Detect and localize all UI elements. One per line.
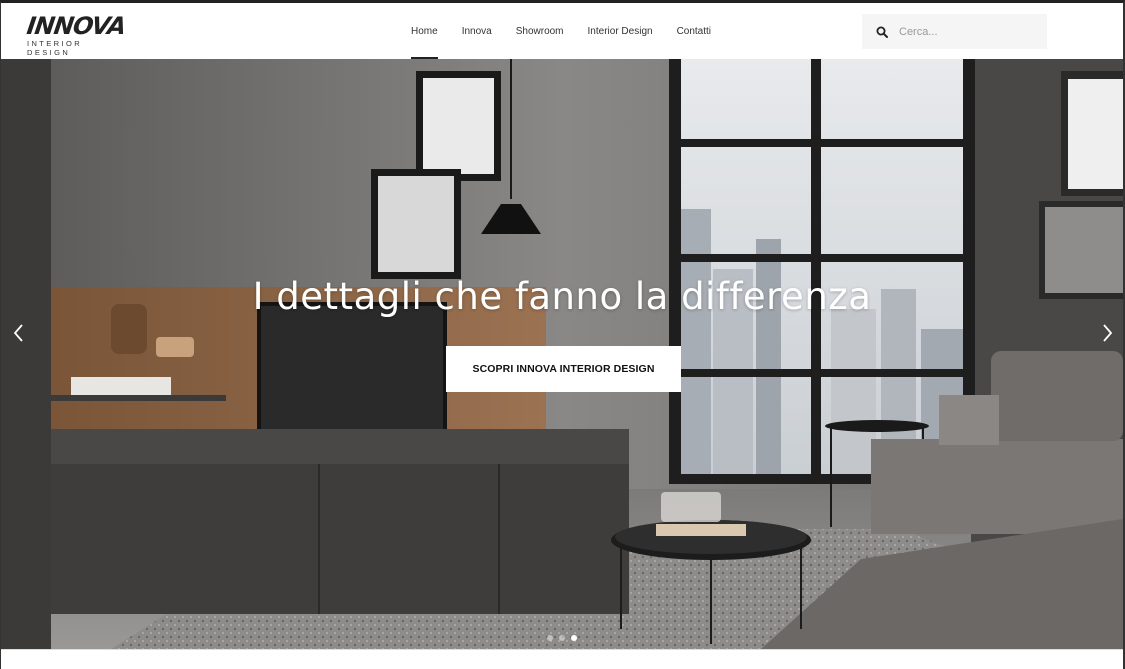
chevron-left-icon[interactable]: [7, 321, 31, 345]
slider-dots: [547, 635, 577, 641]
slider-dot-3[interactable]: [571, 635, 577, 641]
slider-dot-2[interactable]: [559, 635, 565, 641]
discover-button[interactable]: SCOPRI INNOVA INTERIOR DESIGN: [446, 346, 681, 392]
nav-item-home[interactable]: Home: [399, 3, 450, 59]
page: INNOVA INTERIOR DESIGN Home Innova Showr…: [0, 0, 1125, 669]
nav-item-interior-design[interactable]: Interior Design: [576, 3, 665, 59]
hero-title: I dettagli che fanno la differenza: [252, 275, 872, 318]
main-nav: Home Innova Showroom Interior Design Con…: [399, 3, 723, 59]
search-input[interactable]: [899, 25, 1039, 38]
chevron-right-icon[interactable]: [1095, 321, 1119, 345]
slider-dot-1[interactable]: [547, 635, 553, 641]
page-bottom: [1, 649, 1123, 669]
logo[interactable]: INNOVA INTERIOR DESIGN: [25, 12, 128, 57]
search-icon[interactable]: [876, 26, 888, 38]
logo-wordmark: INNOVA: [25, 12, 128, 40]
search-box: [862, 14, 1047, 49]
logo-subtitle: INTERIOR DESIGN: [27, 39, 83, 57]
nav-item-innova[interactable]: Innova: [450, 3, 504, 59]
nav-item-contatti[interactable]: Contatti: [665, 3, 723, 59]
hero-slider: I dettagli che fanno la differenza SCOPR…: [1, 59, 1123, 649]
site-header: INNOVA INTERIOR DESIGN Home Innova Showr…: [1, 3, 1123, 59]
nav-item-showroom[interactable]: Showroom: [504, 3, 576, 59]
